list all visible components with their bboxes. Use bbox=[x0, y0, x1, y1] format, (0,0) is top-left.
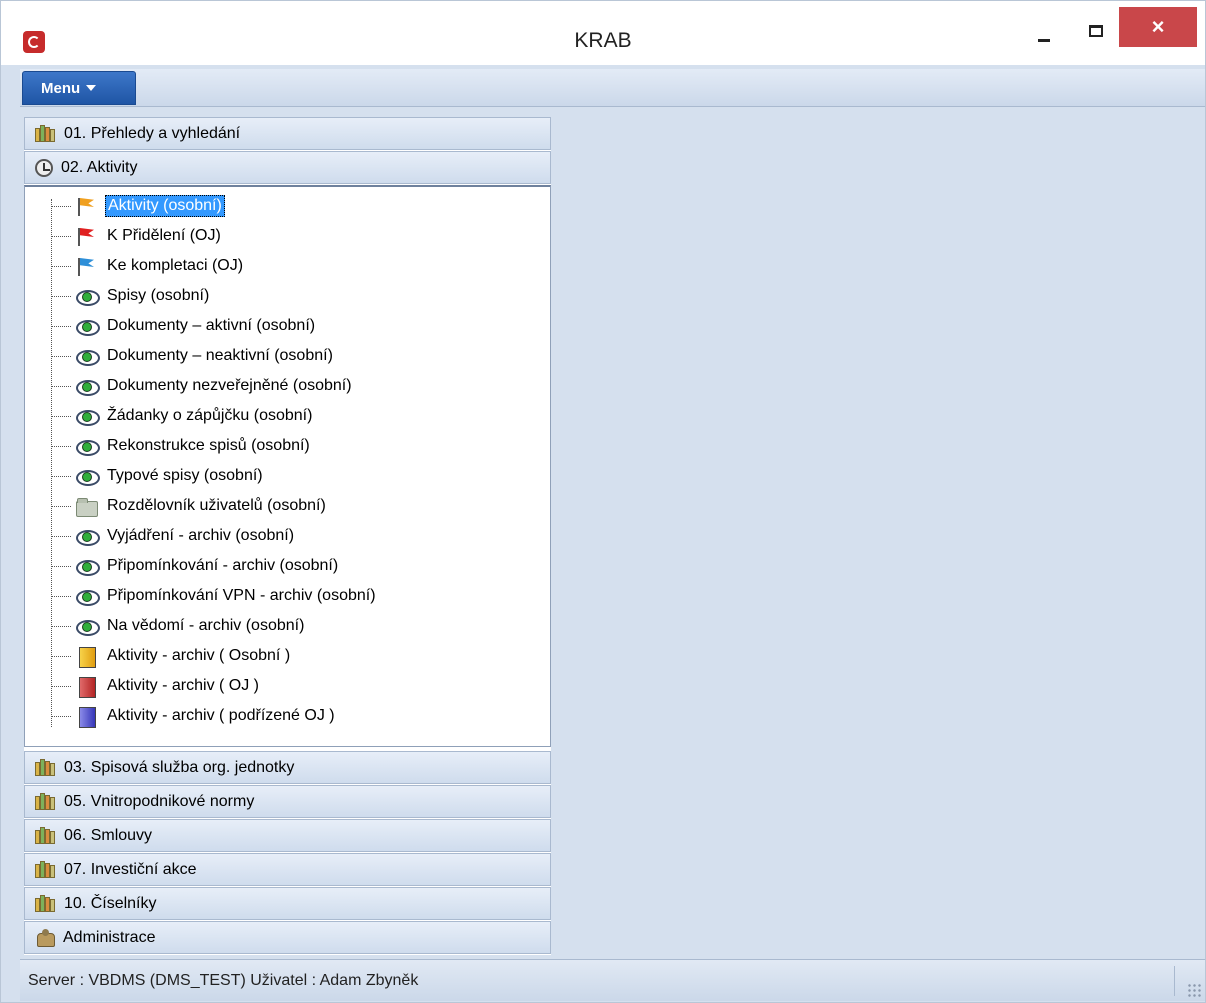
tree-item[interactable]: Na vědomí - archiv (osobní) bbox=[51, 611, 306, 641]
minimize-icon bbox=[1038, 38, 1050, 42]
group-spisova-sluzba[interactable]: 03. Spisová služba org. jednotky bbox=[24, 751, 551, 784]
tree-item[interactable]: Aktivity (osobní) bbox=[51, 191, 225, 221]
flag-icon bbox=[75, 256, 97, 276]
tree-item-label: Připomínkování VPN - archiv (osobní) bbox=[107, 587, 376, 604]
tree-item-label: Dokumenty – neaktivní (osobní) bbox=[107, 347, 333, 364]
tree-item[interactable]: Typové spisy (osobní) bbox=[51, 461, 265, 491]
group-vnitropodnikove-normy[interactable]: 05. Vnitropodnikové normy bbox=[24, 785, 551, 818]
group-prehledy[interactable]: 01. Přehledy a vyhledání bbox=[24, 117, 551, 150]
tree-item[interactable]: Dokumenty – aktivní (osobní) bbox=[51, 311, 317, 341]
group-label: 07. Investiční akce bbox=[64, 860, 197, 878]
flag-icon bbox=[75, 196, 97, 216]
close-icon: × bbox=[1151, 14, 1165, 39]
group-label: 05. Vnitropodnikové normy bbox=[64, 792, 255, 810]
eye-icon bbox=[75, 346, 100, 366]
menu-button-label: Menu bbox=[41, 79, 81, 97]
group-label: Administrace bbox=[63, 928, 156, 946]
books-icon bbox=[35, 125, 56, 142]
tree-item-label: Dokumenty nezveřejněné (osobní) bbox=[107, 377, 352, 394]
app-window: KRAB × Menu 01. Přehledy a vyhledání 02.… bbox=[0, 0, 1206, 1003]
group-ciselniky[interactable]: 10. Číselníky bbox=[24, 887, 551, 920]
tree-item-label: Ke kompletaci (OJ) bbox=[107, 257, 244, 274]
eye-icon bbox=[75, 376, 100, 396]
tree-item-label: Aktivity - archiv ( podřízené OJ ) bbox=[107, 707, 335, 724]
minimize-button[interactable] bbox=[1029, 15, 1059, 53]
group-label: 01. Přehledy a vyhledání bbox=[64, 124, 241, 142]
navigation-panel: 01. Přehledy a vyhledání 02. Aktivity Ak… bbox=[24, 117, 551, 955]
archive-box-icon bbox=[75, 646, 97, 668]
folder-icon bbox=[75, 496, 98, 517]
eye-icon bbox=[75, 556, 100, 576]
status-text: Server : VBDMS (DMS_TEST) Uživatel : Ada… bbox=[28, 971, 419, 989]
eye-icon bbox=[75, 616, 100, 636]
tree-item[interactable]: Aktivity - archiv ( Osobní ) bbox=[51, 641, 292, 671]
tree-item[interactable]: Dokumenty nezveřejněné (osobní) bbox=[51, 371, 354, 401]
eye-icon bbox=[75, 466, 100, 486]
eye-icon bbox=[75, 586, 100, 606]
tree-item-label: Dokumenty – aktivní (osobní) bbox=[107, 317, 316, 334]
group-label: 02. Aktivity bbox=[61, 158, 138, 176]
tree-item-label: Vyjádření - archiv (osobní) bbox=[107, 527, 295, 544]
status-separator bbox=[1174, 966, 1175, 996]
admin-icon bbox=[35, 928, 55, 947]
tree-item[interactable]: Připomínkování VPN - archiv (osobní) bbox=[51, 581, 378, 611]
title-bar[interactable]: KRAB × bbox=[1, 1, 1205, 65]
group-aktivity[interactable]: 02. Aktivity bbox=[24, 151, 551, 184]
tree-item[interactable]: Rekonstrukce spisů (osobní) bbox=[51, 431, 312, 461]
tree-item[interactable]: Vyjádření - archiv (osobní) bbox=[51, 521, 296, 551]
group-smlouvy[interactable]: 06. Smlouvy bbox=[24, 819, 551, 852]
caret-down-icon bbox=[86, 85, 97, 91]
books-icon bbox=[35, 759, 56, 776]
flag-icon bbox=[75, 226, 97, 246]
tree-item[interactable]: Aktivity - archiv ( podřízené OJ ) bbox=[51, 701, 337, 731]
books-icon bbox=[35, 793, 56, 810]
tree-item[interactable]: K Přidělení (OJ) bbox=[51, 221, 223, 251]
tree-item-label: Spisy (osobní) bbox=[107, 287, 210, 304]
tree-item-label: K Přidělení (OJ) bbox=[107, 227, 221, 244]
status-bar: Server : VBDMS (DMS_TEST) Uživatel : Ada… bbox=[20, 959, 1205, 1001]
tree-item[interactable]: Ke kompletaci (OJ) bbox=[51, 251, 245, 281]
archive-box-icon bbox=[75, 706, 97, 728]
group-label: 06. Smlouvy bbox=[64, 826, 153, 844]
tree-item-label: Rekonstrukce spisů (osobní) bbox=[107, 437, 310, 454]
tree-item[interactable]: Spisy (osobní) bbox=[51, 281, 211, 311]
eye-icon bbox=[75, 286, 100, 306]
books-icon bbox=[35, 861, 56, 878]
window-title: KRAB bbox=[574, 29, 632, 52]
group-label: 03. Spisová služba org. jednotky bbox=[64, 758, 295, 776]
clock-icon bbox=[35, 158, 53, 177]
tree-item-label: Aktivity - archiv ( Osobní ) bbox=[107, 647, 291, 664]
tree-item-label: Připomínkování - archiv (osobní) bbox=[107, 557, 339, 574]
activities-tree[interactable]: Aktivity (osobní) K Přidělení (OJ) Ke ko… bbox=[24, 185, 551, 747]
eye-icon bbox=[75, 436, 100, 456]
resize-grip-icon[interactable] bbox=[1187, 983, 1201, 997]
group-administrace[interactable]: Administrace bbox=[24, 921, 551, 954]
tree-item[interactable]: Žádanky o zápůjčku (osobní) bbox=[51, 401, 314, 431]
main-menu-button[interactable]: Menu bbox=[22, 71, 136, 105]
tree-item-label: Rozdělovník uživatelů (osobní) bbox=[107, 497, 326, 514]
tree-item[interactable]: Aktivity - archiv ( OJ ) bbox=[51, 671, 261, 701]
eye-icon bbox=[75, 526, 100, 546]
books-icon bbox=[35, 827, 56, 844]
tree-item-label: Aktivity - archiv ( OJ ) bbox=[107, 677, 260, 694]
tree-item-label: Žádanky o zápůjčku (osobní) bbox=[107, 407, 313, 424]
archive-box-icon bbox=[75, 676, 97, 698]
tree-item[interactable]: Rozdělovník uživatelů (osobní) bbox=[51, 491, 328, 521]
menu-bar: Menu bbox=[20, 69, 1205, 107]
tree-item[interactable]: Připomínkování - archiv (osobní) bbox=[51, 551, 340, 581]
books-icon bbox=[35, 895, 56, 912]
group-label: 10. Číselníky bbox=[64, 894, 157, 912]
tree-item[interactable]: Dokumenty – neaktivní (osobní) bbox=[51, 341, 335, 371]
group-investicni-akce[interactable]: 07. Investiční akce bbox=[24, 853, 551, 886]
maximize-button[interactable] bbox=[1081, 15, 1111, 53]
tree-item-label: Typové spisy (osobní) bbox=[107, 467, 263, 484]
tree-item-label: Na vědomí - archiv (osobní) bbox=[107, 617, 305, 634]
close-button[interactable]: × bbox=[1119, 7, 1197, 47]
eye-icon bbox=[75, 316, 100, 336]
eye-icon bbox=[75, 406, 100, 426]
maximize-icon bbox=[1089, 25, 1103, 37]
tree-item-label: Aktivity (osobní) bbox=[105, 195, 225, 217]
